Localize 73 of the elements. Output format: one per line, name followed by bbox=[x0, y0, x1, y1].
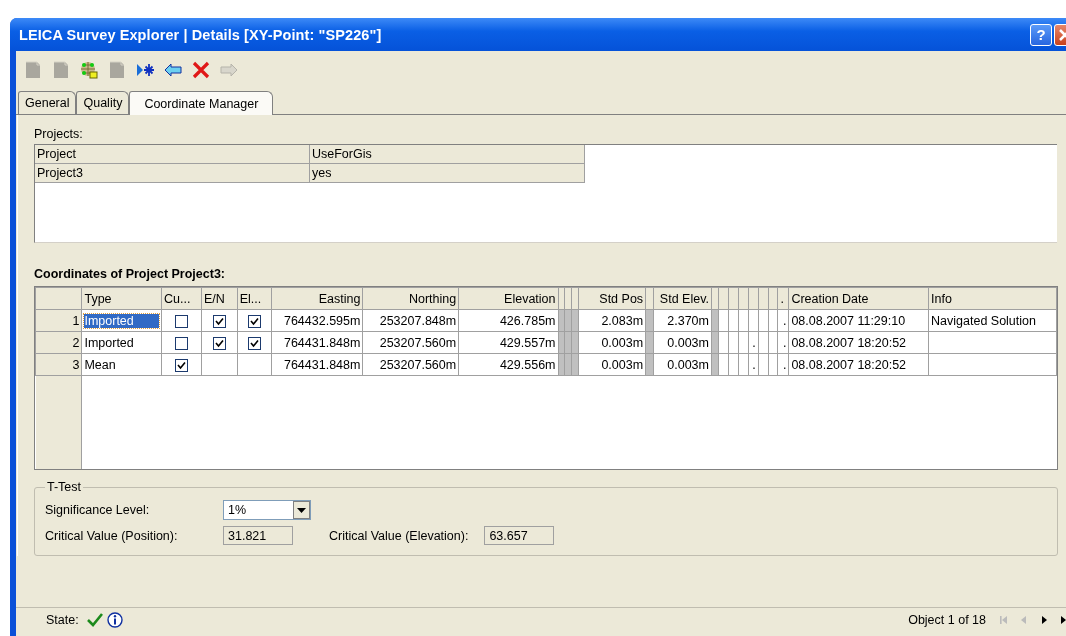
table-cell: 08.08.2007 18:20:52 bbox=[791, 335, 907, 350]
tab[interactable]: Quality bbox=[76, 91, 130, 114]
window-title: LEICA Survey Explorer | Details [XY-Point: "SP226"] bbox=[19, 26, 383, 43]
table-cell: 08.08.2007 18:20:52 bbox=[791, 357, 907, 372]
critical-elevation-label: Critical Value (Elevation): bbox=[329, 528, 469, 543]
table-cell: 429.557m bbox=[499, 335, 556, 350]
state-label: State: bbox=[46, 613, 79, 627]
table-cell: 764431.848m bbox=[283, 335, 361, 350]
row-number: 2 bbox=[35, 331, 82, 354]
checkbox[interactable] bbox=[174, 314, 188, 328]
object-counter: Object 1 of 18 bbox=[908, 613, 986, 627]
table-cell: 253207.560m bbox=[379, 335, 457, 350]
table-cell: 426.785m bbox=[499, 313, 556, 328]
critical-position-label: Critical Value (Position): bbox=[45, 528, 179, 543]
critical-position-field: 31.821 bbox=[223, 526, 293, 545]
table-cell: . bbox=[782, 313, 787, 328]
table-cell: 429.556m bbox=[499, 357, 556, 372]
significance-dropdown[interactable]: 1% bbox=[223, 500, 311, 520]
column-header[interactable]: El... bbox=[237, 287, 272, 310]
tab[interactable]: Coordinate Manager bbox=[129, 91, 274, 115]
coordinates-title: Coordinates of Project Project3: bbox=[34, 267, 226, 281]
column-header: UseForGis bbox=[310, 145, 585, 164]
table-cell: . bbox=[782, 357, 787, 372]
table-cell: Navigated Solution bbox=[931, 313, 1036, 328]
column-header[interactable]: Cu... bbox=[161, 287, 202, 310]
delete-icon[interactable] bbox=[190, 59, 212, 81]
column-header[interactable]: Std Pos bbox=[578, 287, 646, 310]
significance-label: Significance Level: bbox=[45, 503, 151, 517]
checkbox[interactable] bbox=[247, 336, 261, 350]
table-cell: 0.003m bbox=[601, 335, 644, 350]
row-number: 3 bbox=[35, 353, 82, 376]
info-icon bbox=[106, 612, 123, 628]
table-cell: Imported bbox=[84, 313, 159, 328]
critical-elevation-field: 63.657 bbox=[484, 526, 555, 545]
table-cell: 253207.560m bbox=[379, 357, 457, 372]
column-header[interactable]: Info bbox=[928, 287, 1057, 310]
table-cell: 08.08.2007 11:29:10 bbox=[791, 313, 906, 328]
group-title: T-Test bbox=[46, 480, 83, 494]
help-button[interactable]: ? bbox=[1030, 23, 1052, 46]
column-header[interactable]: Type bbox=[81, 287, 162, 310]
column-header: Project bbox=[35, 145, 310, 164]
table-cell: 2.083m bbox=[601, 313, 644, 328]
table-cell: Mean bbox=[84, 357, 116, 372]
table-cell: 0.003m bbox=[667, 335, 709, 350]
column-header[interactable]: Northing bbox=[362, 287, 459, 310]
table-cell: 0.003m bbox=[667, 357, 709, 372]
table-cell: 764431.848m bbox=[283, 357, 361, 372]
check-icon bbox=[86, 613, 103, 627]
column-header[interactable]: E/N bbox=[201, 287, 238, 310]
table-cell: . bbox=[752, 357, 756, 372]
column-header[interactable]: Std Elev. bbox=[653, 287, 712, 310]
grid-icon[interactable] bbox=[78, 59, 100, 81]
table-cell: yes bbox=[310, 164, 585, 183]
checkbox[interactable] bbox=[174, 336, 188, 350]
column-header[interactable]: Elevation bbox=[458, 287, 559, 310]
table-cell: Imported bbox=[84, 335, 134, 350]
table-cell: Project3 bbox=[35, 164, 310, 183]
column-header[interactable]: Easting bbox=[271, 287, 363, 310]
column-header[interactable]: . bbox=[777, 287, 789, 310]
table-cell: 764432.595m bbox=[283, 313, 361, 328]
projects-label: Projects: bbox=[34, 127, 84, 141]
column-header[interactable]: Creation Date bbox=[788, 287, 929, 310]
tab[interactable]: General bbox=[18, 91, 77, 114]
table-cell: . bbox=[752, 335, 756, 350]
table-cell: 2.370m bbox=[667, 313, 709, 328]
table-cell: 253207.848m bbox=[379, 313, 457, 328]
table-cell: 0.003m bbox=[601, 357, 644, 372]
table-cell: . bbox=[782, 335, 787, 350]
checkbox[interactable] bbox=[174, 358, 188, 372]
checkbox[interactable] bbox=[212, 314, 226, 328]
row-number: 1 bbox=[35, 309, 82, 332]
checkbox[interactable] bbox=[247, 314, 261, 328]
checkbox[interactable] bbox=[212, 336, 226, 350]
